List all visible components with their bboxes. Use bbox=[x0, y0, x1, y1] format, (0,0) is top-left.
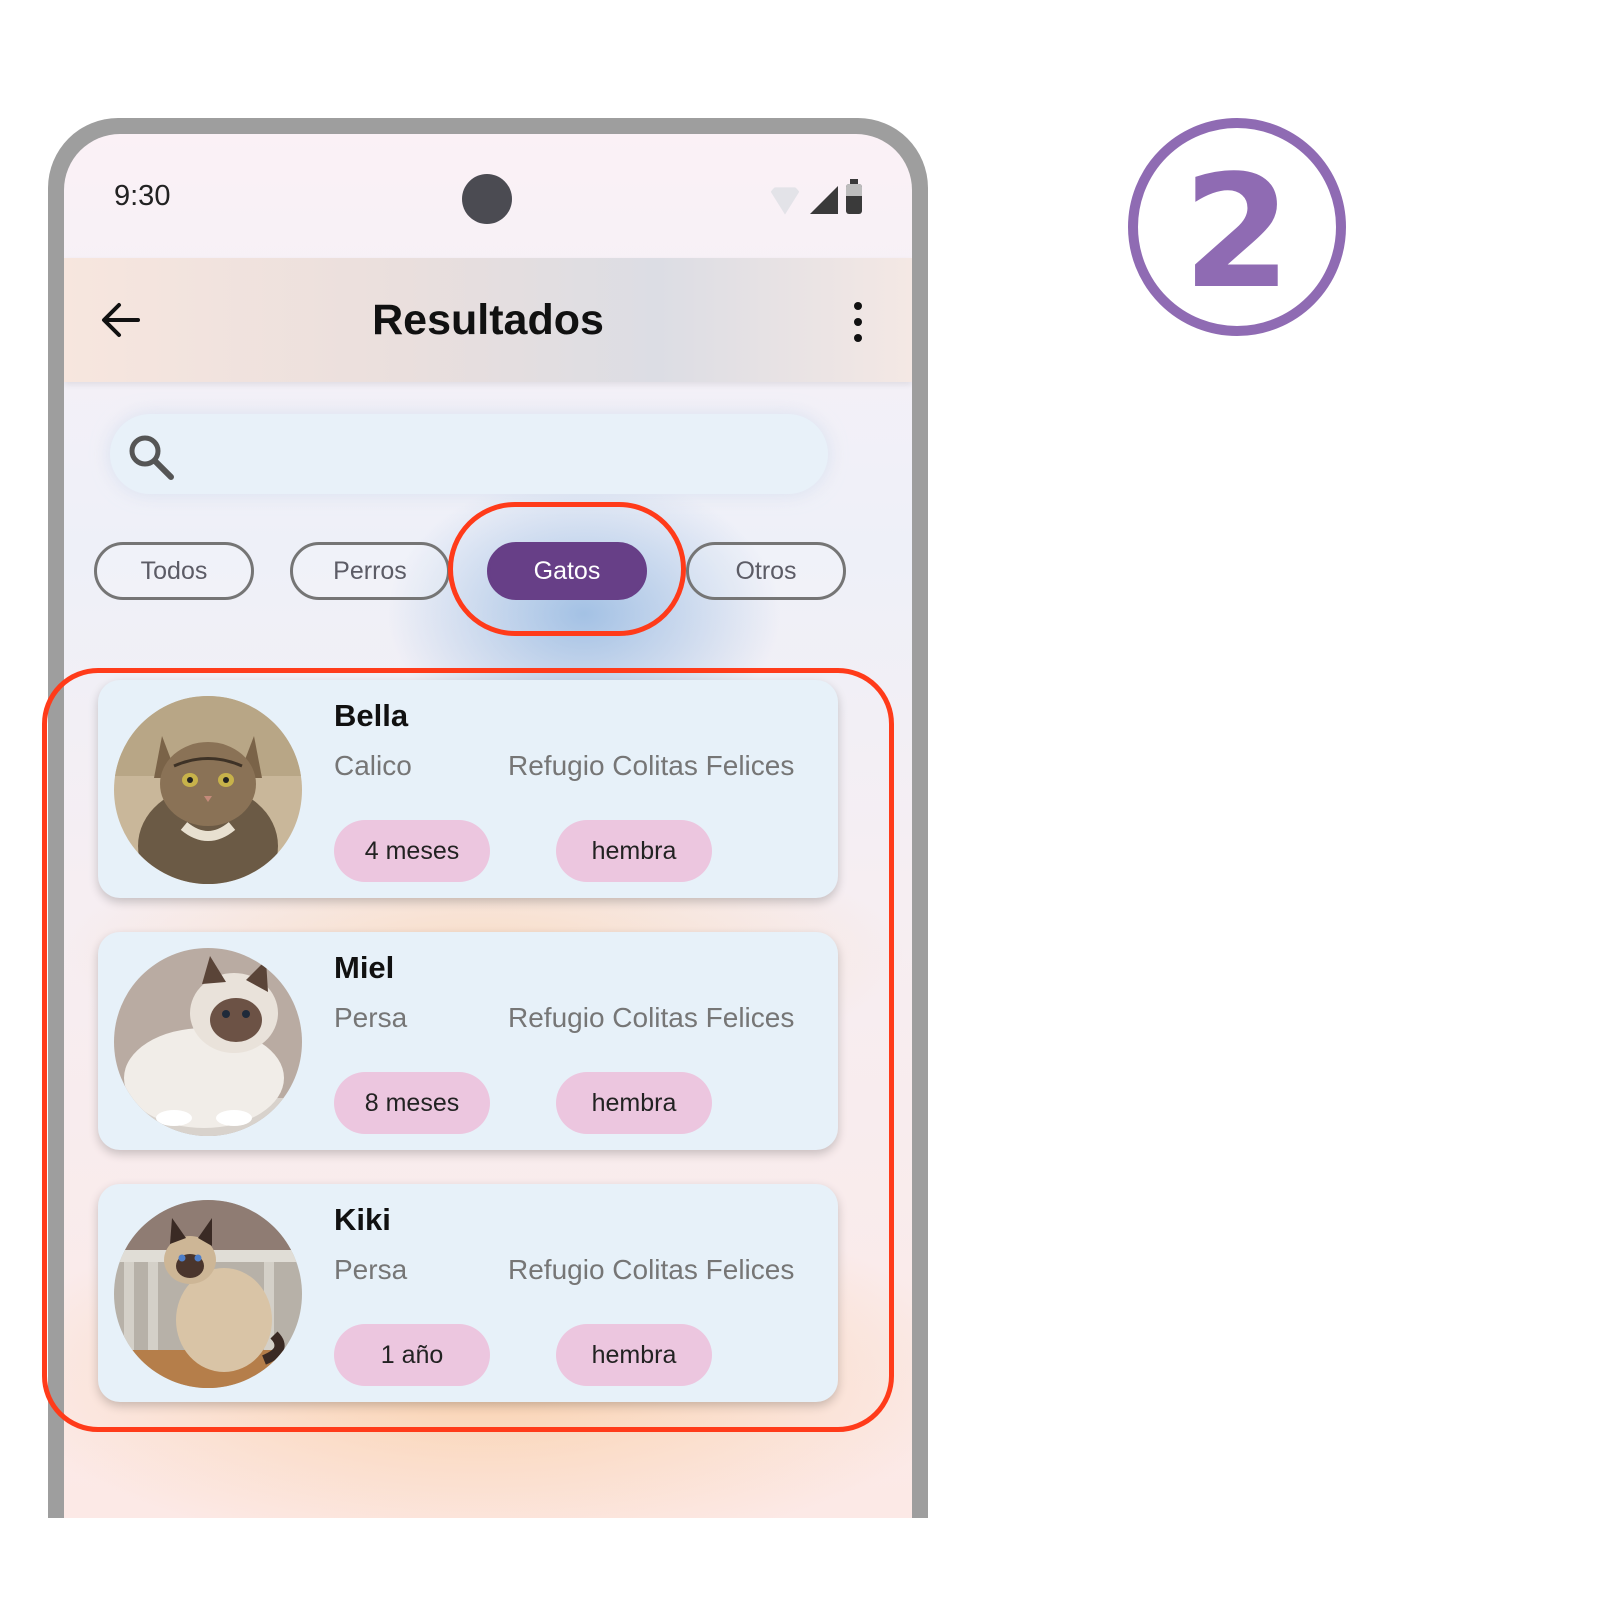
wifi-icon bbox=[768, 184, 802, 214]
signal-icon bbox=[810, 186, 838, 214]
phone-screen: 9:30 Resultados Todos Perros Gatos Otros bbox=[64, 134, 912, 1518]
more-vert-icon[interactable] bbox=[850, 302, 866, 342]
pet-breed: Calico bbox=[334, 750, 412, 781]
age-tag: 8 meses bbox=[334, 1072, 490, 1134]
pet-photo bbox=[114, 696, 302, 884]
pet-name: Bella bbox=[334, 698, 409, 733]
status-time: 9:30 bbox=[114, 180, 171, 212]
more-dot bbox=[854, 302, 862, 310]
pet-photo bbox=[114, 1200, 302, 1388]
filter-chip-perros[interactable]: Perros bbox=[290, 542, 450, 600]
pet-shelter: Refugio Colitas Felices bbox=[508, 1254, 795, 1285]
pet-card[interactable]: Miel Persa Refugio Colitas Felices 8 mes… bbox=[98, 932, 838, 1150]
age-tag: 1 año bbox=[334, 1324, 490, 1386]
search-icon bbox=[129, 435, 174, 480]
step-number: 2 bbox=[1183, 141, 1292, 323]
pet-name: Kiki bbox=[334, 1202, 391, 1237]
filter-chip-gatos[interactable]: Gatos bbox=[487, 542, 647, 600]
pet-breed: Persa bbox=[334, 1254, 408, 1285]
pet-card[interactable]: Bella Calico Refugio Colitas Felices 4 m… bbox=[98, 680, 838, 898]
more-dot bbox=[854, 334, 862, 342]
filter-chip-todos[interactable]: Todos bbox=[94, 542, 254, 600]
app-bar: Resultados bbox=[64, 258, 912, 382]
sex-tag: hembra bbox=[556, 1072, 712, 1134]
sex-tag: hembra bbox=[556, 820, 712, 882]
pet-card[interactable]: Kiki Persa Refugio Colitas Felices 1 año… bbox=[98, 1184, 838, 1402]
pet-shelter: Refugio Colitas Felices bbox=[508, 1002, 795, 1033]
page-title: Resultados bbox=[372, 296, 604, 344]
filter-chip-otros[interactable]: Otros bbox=[686, 542, 846, 600]
pet-photo bbox=[114, 948, 302, 1136]
status-icons bbox=[768, 179, 862, 214]
search-input[interactable] bbox=[110, 414, 828, 494]
camera-cutout bbox=[462, 174, 512, 224]
age-tag: 4 meses bbox=[334, 820, 490, 882]
pet-shelter: Refugio Colitas Felices bbox=[508, 750, 795, 781]
pet-name: Miel bbox=[334, 950, 395, 985]
step-number-badge: 2 bbox=[1128, 118, 1346, 336]
more-dot bbox=[854, 318, 862, 326]
pet-breed: Persa bbox=[334, 1002, 408, 1033]
sex-tag: hembra bbox=[556, 1324, 712, 1386]
battery-icon bbox=[846, 179, 862, 214]
